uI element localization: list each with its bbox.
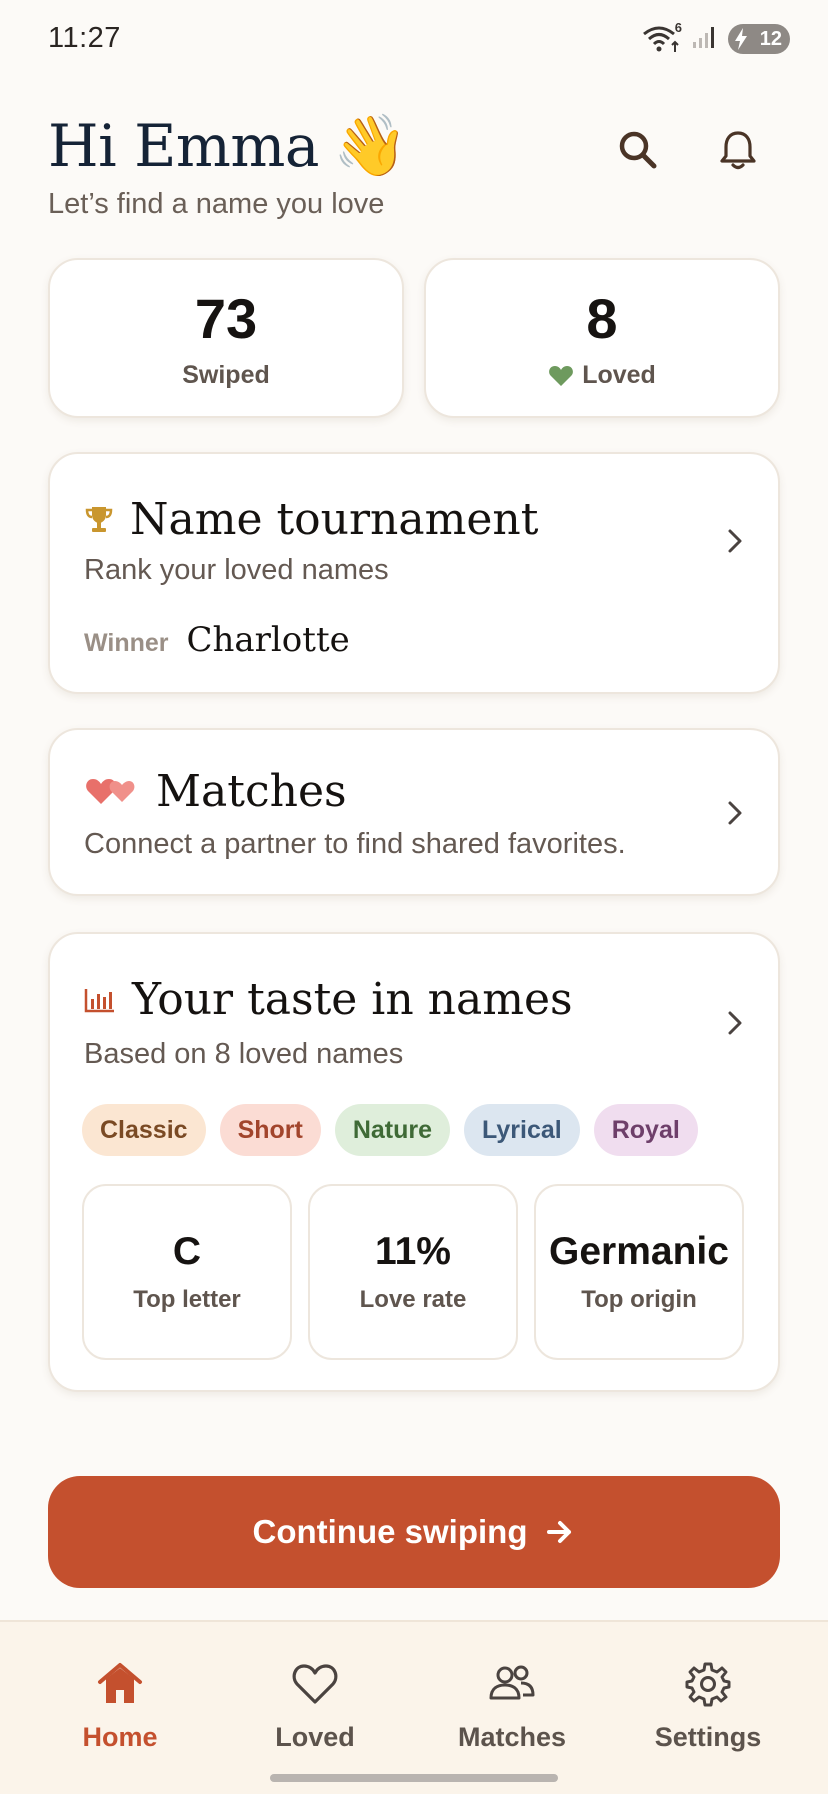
- wifi-icon: 6: [642, 20, 682, 54]
- chevron-right-icon: [728, 1011, 742, 1035]
- tag-nature: Nature: [334, 1104, 451, 1156]
- tag-lyrical: Lyrical: [464, 1104, 580, 1156]
- bell-icon: [720, 131, 756, 170]
- status-bar: 11:27 6 12: [0, 0, 828, 80]
- top-origin-card: Germanic Top origin: [534, 1184, 744, 1360]
- tag-short: Short: [219, 1104, 321, 1156]
- status-time: 11:27: [48, 22, 121, 54]
- nav-item-home[interactable]: Home: [20, 1622, 220, 1772]
- swiped-stat-card: 73 Swiped: [48, 258, 404, 418]
- love-rate-card: 11% Love rate: [308, 1184, 518, 1360]
- loved-label: Loved: [426, 361, 778, 390]
- signal-icon: [692, 24, 718, 55]
- loved-label-text: Loved: [582, 361, 656, 389]
- gear-icon: [685, 1662, 731, 1707]
- loved-stat-card: 8 Loved: [424, 258, 780, 418]
- top-letter-label: Top letter: [133, 1286, 241, 1313]
- tournament-subtitle: Rank your loved names: [84, 554, 389, 586]
- top-letter-card: C Top letter: [82, 1184, 292, 1360]
- two-hearts-icon: [86, 778, 135, 804]
- home-icon: [98, 1663, 142, 1703]
- status-icons: 6 12: [642, 20, 790, 56]
- tag-classic: Classic: [82, 1104, 206, 1156]
- matches-card[interactable]: Matches Connect a partner to find shared…: [48, 728, 780, 896]
- heart-icon: [549, 365, 574, 386]
- chevron-right-icon: [728, 529, 742, 553]
- taste-title-text: Your taste in names: [132, 974, 573, 1025]
- heart-icon: [292, 1664, 338, 1704]
- winner-name: Charlotte: [186, 620, 350, 660]
- trophy-icon: [85, 506, 113, 532]
- winner-label: Winner: [84, 629, 169, 657]
- battery-indicator: 12: [728, 24, 790, 54]
- charging-bolt-icon: [735, 28, 747, 50]
- battery-level: 12: [759, 27, 782, 50]
- arrow-right-icon: [547, 1521, 572, 1543]
- search-button[interactable]: [616, 128, 660, 172]
- notifications-button[interactable]: [716, 128, 760, 172]
- matches-subtitle: Connect a partner to find shared favorit…: [84, 828, 626, 860]
- waving-hand-icon: 👋: [332, 111, 408, 181]
- tournament-title-text: Name tournament: [130, 494, 539, 545]
- top-origin-label: Top origin: [581, 1286, 697, 1313]
- nav-label-matches: Matches: [457, 1722, 567, 1752]
- nav-label-loved: Loved: [275, 1722, 355, 1752]
- chevron-right-icon: [728, 801, 742, 825]
- nav-item-settings[interactable]: Settings: [608, 1622, 808, 1772]
- name-tournament-card[interactable]: Name tournament Rank your loved names Wi…: [48, 452, 780, 694]
- swiped-label: Swiped: [50, 361, 402, 390]
- greeting-text: Hi Emma: [48, 112, 319, 180]
- tag-royal: Royal: [593, 1104, 698, 1156]
- taste-card[interactable]: Your taste in names Based on 8 loved nam…: [48, 932, 780, 1392]
- greeting-title: Hi Emma 👋: [48, 111, 408, 181]
- swiped-label-text: Swiped: [182, 361, 270, 389]
- nav-item-matches[interactable]: Matches: [412, 1622, 612, 1772]
- love-rate-value: 11%: [375, 1230, 451, 1273]
- bottom-navigation: Home Loved Matches Settings: [0, 1620, 828, 1794]
- greeting-subtitle: Let’s find a name you love: [48, 188, 385, 220]
- taste-title: Your taste in names: [84, 974, 573, 1025]
- taste-stats: C Top letter 11% Love rate Germanic Top …: [82, 1184, 744, 1360]
- swiped-count: 73: [194, 287, 258, 350]
- search-icon: [619, 131, 657, 169]
- continue-swiping-button[interactable]: Continue swiping: [48, 1476, 780, 1588]
- continue-swiping-label: Continue swiping: [252, 1513, 528, 1550]
- people-icon: [489, 1665, 535, 1700]
- taste-tags: Classic Short Nature Lyrical Royal: [82, 1104, 698, 1156]
- wifi-badge: 6: [674, 20, 682, 35]
- tournament-title: Name tournament: [84, 494, 538, 545]
- home-indicator[interactable]: [270, 1774, 558, 1782]
- love-rate-label: Love rate: [359, 1286, 467, 1313]
- nav-item-loved[interactable]: Loved: [215, 1622, 415, 1772]
- bar-chart-icon: [84, 988, 114, 1012]
- matches-title: Matches: [84, 766, 347, 817]
- taste-subtitle: Based on 8 loved names: [84, 1038, 404, 1070]
- top-origin-value: Germanic: [549, 1230, 729, 1273]
- nav-label-settings: Settings: [654, 1722, 762, 1752]
- top-letter-value: C: [172, 1230, 202, 1273]
- matches-title-text: Matches: [156, 766, 347, 817]
- loved-count: 8: [586, 287, 618, 350]
- nav-label-home: Home: [82, 1722, 158, 1752]
- tournament-winner: Winner Charlotte: [84, 620, 350, 660]
